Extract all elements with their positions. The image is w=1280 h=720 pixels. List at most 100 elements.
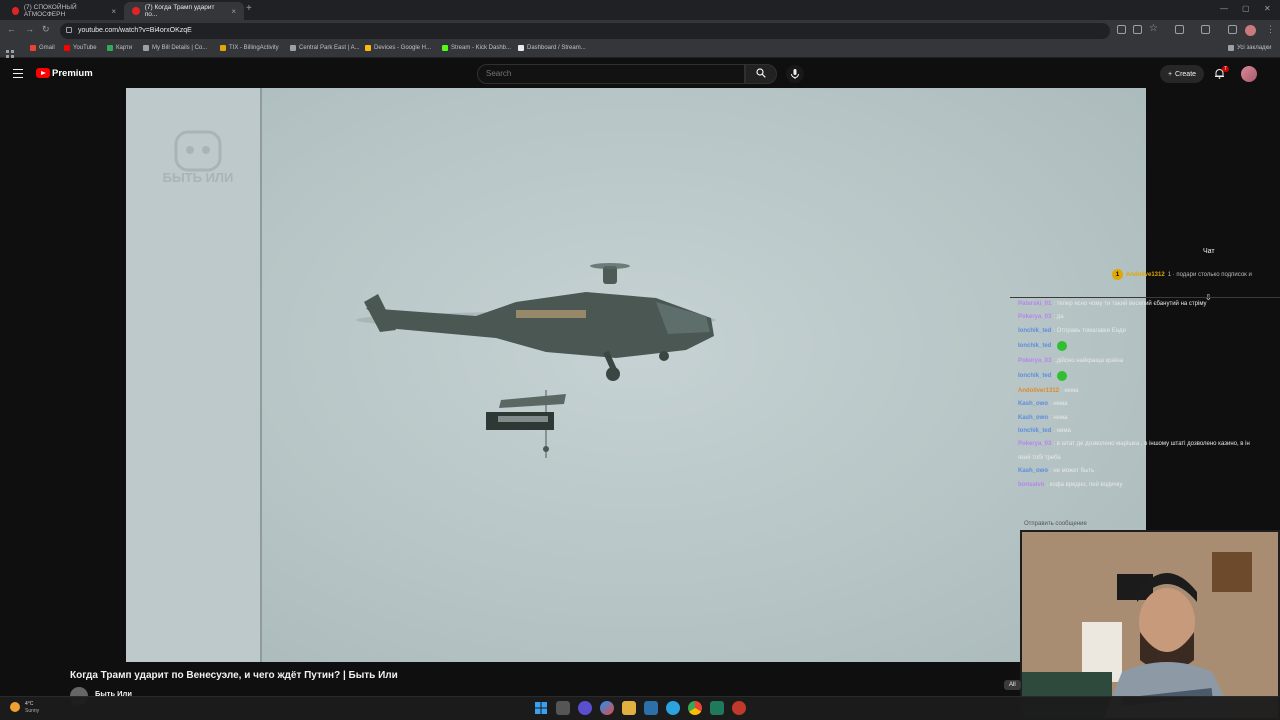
chat-username[interactable]: Kash_owo	[1018, 401, 1048, 408]
chat-username[interactable]: Pokerya_03	[1018, 358, 1051, 365]
browser-menu-icon[interactable]: ⋮	[1266, 24, 1275, 35]
close-tab-icon[interactable]: ×	[111, 7, 116, 16]
search-icon	[756, 68, 766, 78]
chat-username[interactable]: Pokerya_03	[1018, 441, 1051, 448]
browser-tab-2[interactable]: (7) Когда Трамп ударит по... ×	[124, 2, 244, 20]
chat-username[interactable]: Andoliver1312	[1018, 388, 1059, 395]
video-frame-divider	[260, 88, 262, 662]
gmail-icon	[30, 45, 36, 51]
chat-title: Чат	[1203, 248, 1215, 255]
dashboard-icon	[518, 45, 524, 51]
youtube-favicon-icon	[132, 7, 140, 15]
chat-text: : нема	[1050, 414, 1068, 421]
sidebar-icon[interactable]	[1201, 25, 1210, 34]
video-player[interactable]: БЫТЬ ИЛИ	[126, 88, 1146, 662]
search-input[interactable]	[486, 69, 736, 78]
youtube-logo-icon[interactable]	[36, 68, 50, 78]
app-icon-3[interactable]	[644, 701, 658, 715]
apps-grid-icon[interactable]	[6, 45, 14, 58]
weather-temperature[interactable]: 4°C	[25, 701, 33, 707]
chat-emote-icon	[1057, 371, 1068, 382]
google-home-icon	[365, 45, 371, 51]
chat-message: Andoliver1312: нема	[1018, 388, 1280, 395]
tix-icon	[220, 45, 226, 51]
app-icon-2[interactable]	[600, 701, 614, 715]
all-bookmarks[interactable]: Усі закладки	[1228, 45, 1272, 51]
bookmark-central-park[interactable]: Central Park East | A...	[290, 45, 360, 51]
premium-logo-text[interactable]: Premium	[52, 68, 93, 79]
chat-username[interactable]: bonsalvo	[1018, 482, 1044, 489]
chat-message: Ionchik_ted:	[1018, 341, 1280, 352]
browser-profile-avatar[interactable]	[1245, 25, 1256, 36]
chat-text: який тобі треба	[1018, 454, 1061, 461]
chat-text: : нема	[1050, 401, 1068, 408]
weather-description[interactable]: Sunny	[25, 708, 39, 714]
chat-send-input[interactable]: Отправить сообщение	[1024, 521, 1087, 527]
downloads-icon[interactable]	[1228, 25, 1237, 34]
task-view-icon[interactable]	[556, 701, 570, 715]
chat-message: Ionchik_ted: нема	[1018, 428, 1280, 435]
extensions-icon[interactable]	[1175, 25, 1184, 34]
chat-username[interactable]: Paterski_01	[1018, 301, 1051, 308]
hamburger-menu-icon[interactable]	[13, 69, 23, 78]
chat-text: : кофа вредно, пей водичку	[1046, 481, 1123, 488]
voice-search-button[interactable]	[786, 65, 804, 83]
streamer-webcam	[1020, 530, 1280, 720]
chat-message: Kash_owo: нема	[1018, 401, 1280, 408]
chat-username[interactable]: Kash_owo	[1018, 468, 1048, 475]
minimize-icon[interactable]: —	[1220, 4, 1228, 13]
address-bar[interactable]	[60, 23, 1110, 39]
kick-icon	[442, 45, 448, 51]
notification-count-badge: 7	[1222, 66, 1229, 72]
url-text[interactable]: youtube.com/watch?v=Bi4orxOKzqE	[78, 27, 192, 34]
chat-message: bonsalvo: кофа вредно, пей водичку	[1018, 482, 1280, 489]
youtube-favicon-icon	[12, 7, 19, 15]
maps-pin-icon	[107, 45, 113, 51]
chat-message: Ionchik_ted:	[1018, 371, 1280, 382]
maximize-icon[interactable]: ▢	[1242, 4, 1250, 13]
user-avatar[interactable]	[1241, 66, 1257, 82]
telegram-icon[interactable]	[666, 701, 680, 715]
close-tab-icon[interactable]: ×	[231, 7, 236, 16]
bookmark-maps[interactable]: Карти	[107, 45, 132, 51]
bookmark-youtube[interactable]: YouTube	[64, 45, 97, 51]
windows-start-icon[interactable]	[534, 701, 548, 715]
reload-icon[interactable]: ↻	[42, 24, 50, 35]
browser-tab-1[interactable]: (7) СПОКОЙНЫЙ АТМОСФЕРН ×	[4, 2, 124, 20]
app-icon-4[interactable]	[710, 701, 724, 715]
bookmark-gmail[interactable]: Gmail	[30, 45, 55, 51]
site-info-icon[interactable]	[66, 27, 72, 33]
bookmark-dashboard[interactable]: Dashboard / Stream...	[518, 45, 586, 51]
close-window-icon[interactable]: ✕	[1264, 4, 1271, 13]
file-explorer-icon[interactable]	[622, 701, 636, 715]
chat-username[interactable]: Ionchik_ted	[1018, 328, 1051, 335]
chat-username[interactable]: Ionchik_ted	[1018, 373, 1051, 380]
new-tab-button[interactable]: +	[246, 3, 252, 14]
chat-username[interactable]: Pokerya_03	[1018, 314, 1051, 321]
chrome-icon[interactable]	[688, 701, 702, 715]
chat-username[interactable]: Ionchik_ted	[1018, 428, 1051, 435]
cast-icon[interactable]	[1133, 25, 1142, 34]
chat-text: : нема	[1061, 387, 1079, 394]
bookmark-kick[interactable]: Stream - Kick Dashb...	[442, 45, 511, 51]
weather-sun-icon[interactable]	[10, 702, 20, 712]
chat-username[interactable]: Ionchik_ted	[1018, 343, 1051, 350]
chat-text: : не может быть	[1050, 468, 1095, 475]
chat-text: : в штат де дозволено марішка , в іншому…	[1053, 441, 1250, 448]
forward-icon[interactable]: →	[25, 24, 34, 34]
bookmark-star-icon[interactable]: ☆	[1149, 23, 1158, 34]
all-filter-chip[interactable]: All	[1004, 680, 1021, 690]
translate-icon[interactable]	[1117, 25, 1126, 34]
bookmark-tix[interactable]: TIX - BillingActivity	[220, 45, 279, 51]
app-icon-5[interactable]	[732, 701, 746, 715]
app-icon-1[interactable]	[578, 701, 592, 715]
youtube-icon	[64, 45, 70, 51]
plus-icon: +	[1167, 70, 1173, 78]
bookmark-bill[interactable]: My Bill Details | Co...	[143, 45, 207, 51]
windows-taskbar	[0, 696, 1280, 720]
back-icon[interactable]: ←	[7, 24, 16, 34]
chat-username[interactable]: Kash_owo	[1018, 415, 1048, 422]
chat-message: Paterski_01: тепер ясно чому ти такий ве…	[1018, 301, 1280, 308]
create-button[interactable]: + Create	[1160, 65, 1204, 83]
bookmark-devices[interactable]: Devices - Google H...	[365, 45, 431, 51]
